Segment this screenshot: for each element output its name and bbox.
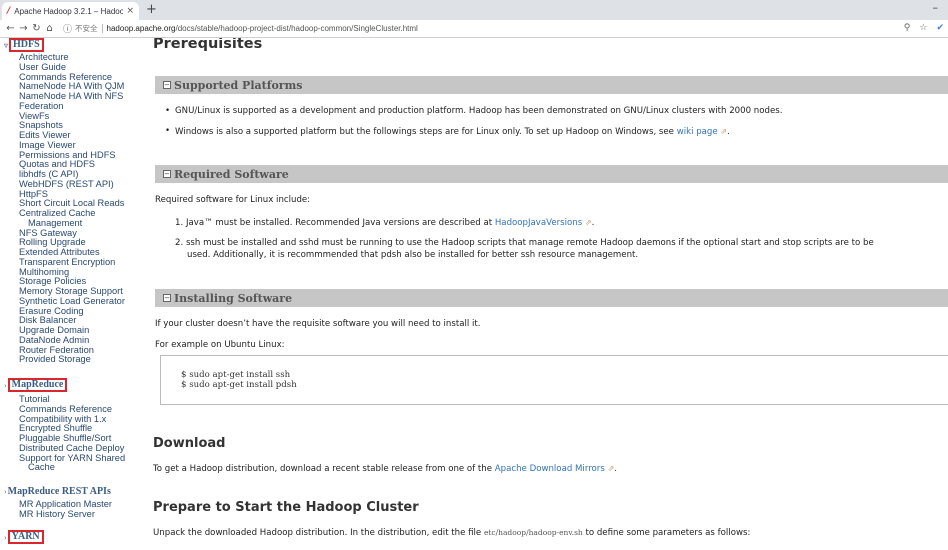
hadoop-favicon-icon: / [7, 6, 11, 16]
bullet-text: Windows is also a supported platform but… [175, 127, 674, 137]
list-item: 2. ssh must be installed and sshd must b… [175, 238, 874, 249]
prepare-sentence-end: to define some parameters as follows: [585, 528, 751, 538]
hdfs-menu-list: Architecture User Guide Commands Reference… [19, 52, 125, 365]
mapreduce-rest-menu-list: MR Application Master MR History Server [19, 499, 112, 520]
download-heading: Download [153, 436, 226, 451]
url-host: hadoop.apache.org [106, 24, 176, 33]
minimize-window-button[interactable]: – [933, 1, 939, 14]
address-actions: ⚲ ☆ ✔ [904, 23, 944, 33]
section-toggle-icon[interactable]: − [163, 170, 171, 178]
section-toggle-icon[interactable]: − [163, 81, 171, 89]
address-divider [101, 24, 103, 33]
prepare-text: Unpack the downloaded Hadoop distributio… [153, 527, 750, 539]
menu-yarn-label: YARN [7, 530, 44, 544]
browser-tab-strip: / Apache Hadoop 3.2.1 – Hadoo × + – [0, 0, 948, 20]
left-navigation: ▿ HDFS Architecture User Guide Commands Re… [0, 38, 142, 550]
zoom-icon[interactable]: ⚲ [904, 23, 911, 33]
menu-mapreduce-rest[interactable]: › MapReduce REST APIs [4, 484, 111, 498]
download-sentence: To get a Hadoop distribution, download a… [153, 464, 493, 474]
hadoop-env-file: etc/hadoop/hadoop-env.sh [483, 528, 583, 537]
collapse-arrow-icon: ▿ [4, 40, 9, 50]
external-link-icon: ⇗ [584, 218, 592, 227]
prepare-heading: Prepare to Start the Hadoop Cluster [153, 500, 419, 515]
list-number: 1. [175, 218, 184, 228]
prerequisites-heading: Prerequisites [153, 38, 263, 52]
url-text[interactable]: hadoop.apache.org/docs/stable/hadoop-pro… [107, 24, 418, 33]
menu-yarn[interactable]: › YARN [4, 530, 44, 544]
external-link-icon: ⇗ [607, 464, 615, 473]
back-icon[interactable]: ← [4, 23, 17, 34]
hadoop-java-versions-link[interactable]: HadoopJavaVersions [495, 218, 582, 228]
code-line: $ sudo apt-get install pdsh [181, 380, 297, 390]
code-block: $ sudo apt-get install ssh $ sudo apt-ge… [160, 355, 948, 405]
download-text: To get a Hadoop distribution, download a… [153, 464, 617, 474]
apache-download-mirrors-link[interactable]: Apache Download Mirrors [495, 464, 605, 474]
url-path: /docs/stable/hadoop-project-dist/hadoop-… [175, 24, 418, 33]
menu-hdfs-label: HDFS [9, 38, 44, 52]
install-example-text: For example on Ubuntu Linux: [155, 340, 285, 350]
forward-icon[interactable]: → [17, 23, 30, 34]
nav-menu-item[interactable]: Provided Storage [19, 354, 125, 365]
section-supported-platforms[interactable]: − Supported Platforms [155, 76, 948, 94]
list-item: 1. Java™ must be installed. Recommended … [175, 218, 595, 228]
main-content: Prerequisites − Supported Platforms GNU/… [145, 38, 948, 550]
list-item: Windows is also a supported platform but… [165, 126, 730, 138]
external-link-icon: ⇗ [720, 127, 728, 136]
section-title: Supported Platforms [174, 78, 303, 92]
section-installing-software[interactable]: − Installing Software [155, 289, 948, 307]
menu-mapreduce[interactable]: › MapReduce [4, 378, 68, 392]
wiki-page-link[interactable]: wiki page [677, 127, 718, 137]
prepare-sentence: Unpack the downloaded Hadoop distributio… [153, 528, 482, 538]
address-bar: ← → ↻ ⌂ ⓘ 不安全 hadoop.apache.org/docs/sta… [0, 20, 948, 38]
list-text: Java™ must be installed. Recommended Jav… [185, 218, 493, 228]
browser-tab[interactable]: / Apache Hadoop 3.2.1 – Hadoo × [2, 2, 139, 20]
home-icon[interactable]: ⌂ [43, 23, 56, 34]
section-title: Required Software [174, 167, 289, 181]
list-text-continued: used. Additionally, it is recommmended t… [187, 250, 639, 260]
expand-arrow-icon: › [4, 532, 7, 542]
nav-menu-item[interactable]: Cache [19, 462, 125, 473]
list-item: GNU/Linux is supported as a development … [165, 106, 782, 117]
section-toggle-icon[interactable]: − [163, 294, 171, 302]
mapreduce-menu-list: Tutorial Commands Reference Compatibility … [19, 394, 125, 473]
list-number: 2. [175, 238, 184, 248]
code-line: $ sudo apt-get install ssh [181, 370, 291, 380]
install-text: If your cluster doesn’t have the requisi… [155, 319, 481, 329]
menu-mapreduce-label: MapReduce [7, 378, 68, 392]
expand-arrow-icon: › [4, 486, 7, 496]
menu-hdfs[interactable]: ▿ HDFS [4, 38, 44, 52]
reload-icon[interactable]: ↻ [30, 23, 43, 34]
star-icon[interactable]: ☆ [919, 23, 927, 33]
insecure-label[interactable]: 不安全 [75, 23, 98, 34]
info-icon[interactable]: ⓘ [63, 22, 72, 35]
list-text: ssh must be installed and sshd must be r… [185, 238, 874, 248]
required-software-intro: Required software for Linux include: [155, 195, 311, 205]
section-title: Installing Software [174, 291, 293, 305]
extension-icon[interactable]: ✔ [936, 23, 944, 33]
expand-arrow-icon: › [4, 380, 7, 390]
menu-mapreduce-rest-label: MapReduce REST APIs [7, 485, 111, 497]
tab-title: Apache Hadoop 3.2.1 – Hadoo [14, 6, 124, 16]
section-required-software[interactable]: − Required Software [155, 165, 948, 183]
nav-menu-item[interactable]: MR History Server [19, 509, 112, 520]
new-tab-button[interactable]: + [146, 3, 157, 17]
close-tab-icon[interactable]: × [126, 6, 134, 16]
